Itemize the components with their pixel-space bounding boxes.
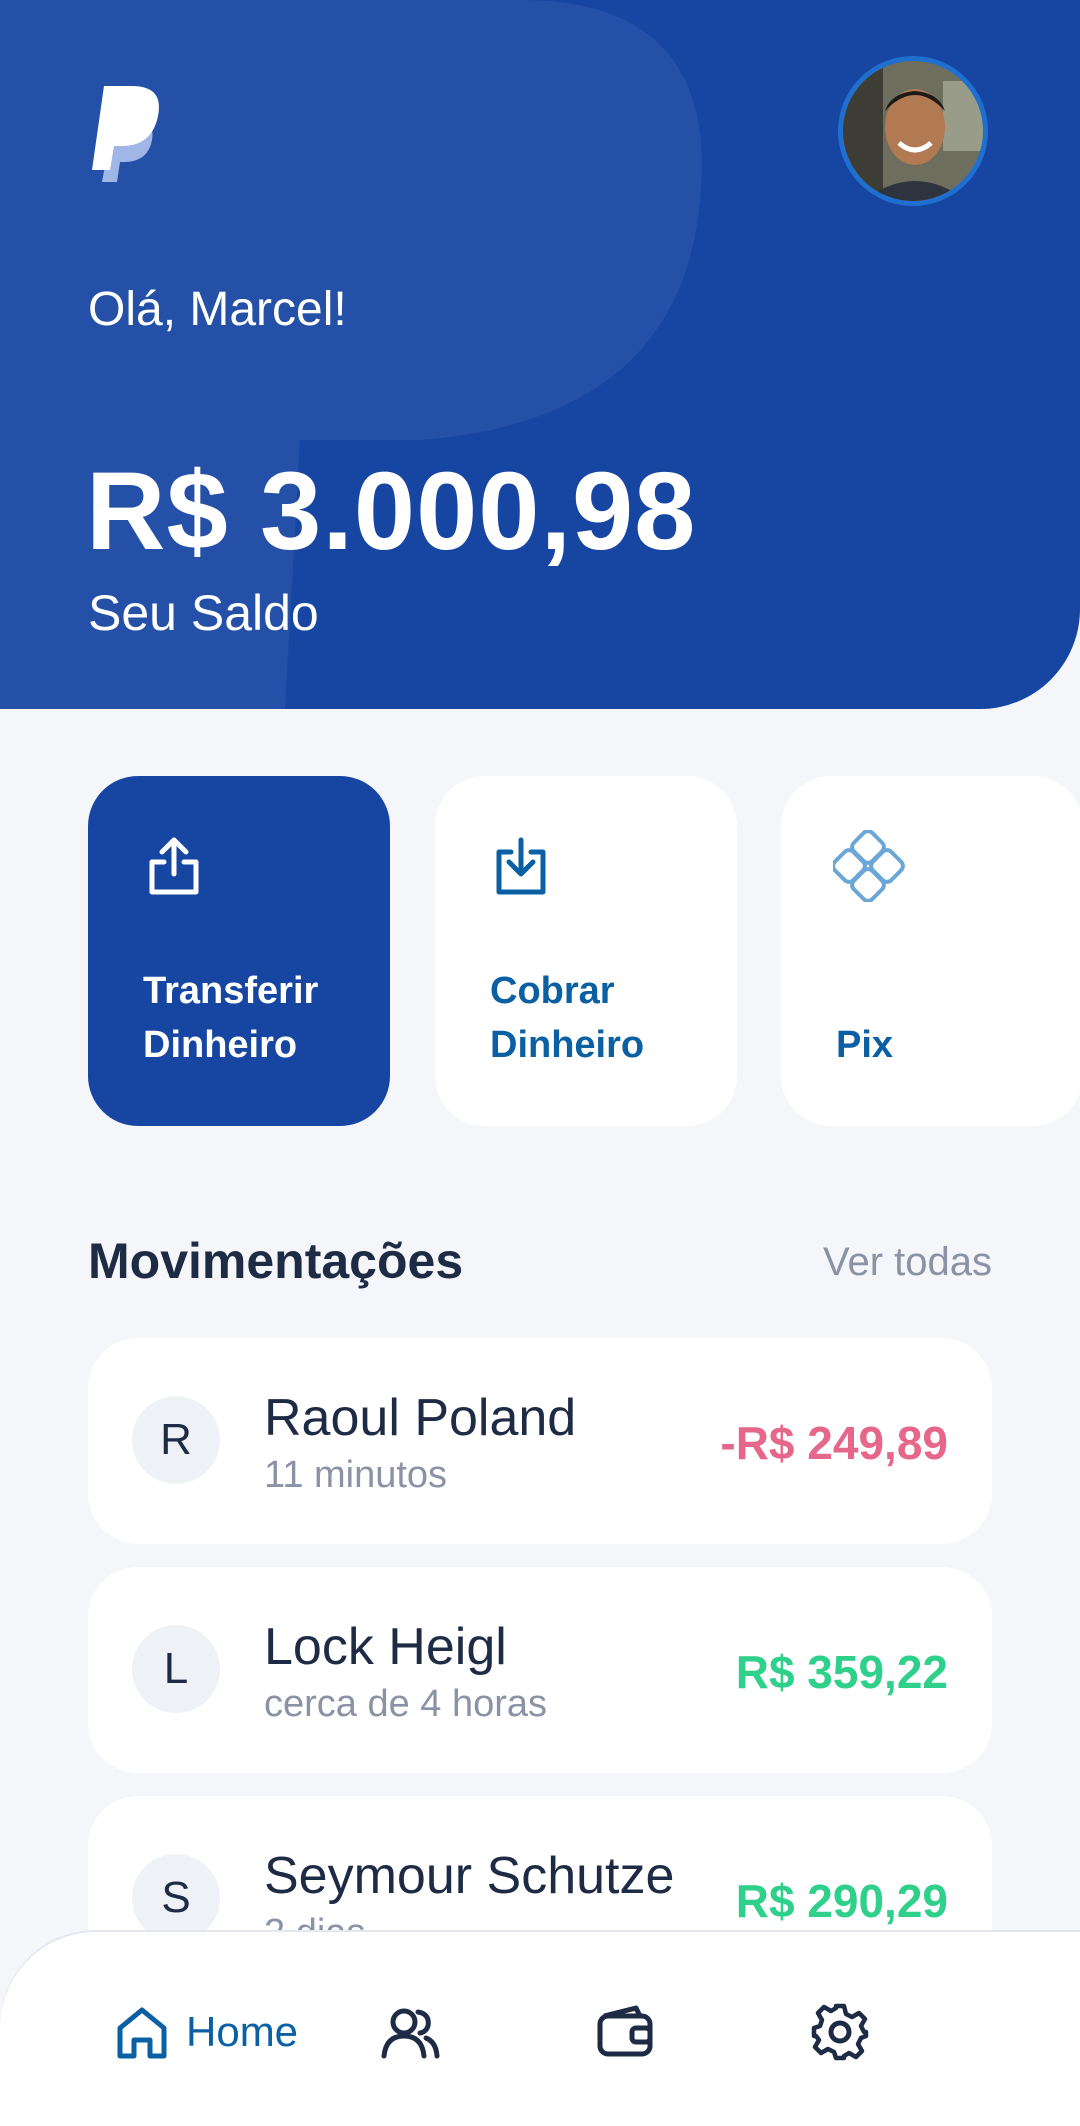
pix-label: Pix [836, 1024, 894, 1066]
balance-label: Seu Saldo [88, 585, 319, 641]
greeting-text: Olá, Marcel! [88, 283, 347, 336]
transaction-time: 11 minutos [264, 1454, 448, 1496]
contact-name: Seymour Schutze [264, 1847, 675, 1905]
download-tray-icon [496, 837, 546, 895]
balance-amount: R$ 3.000,98 [86, 450, 697, 573]
nav-settings[interactable] [810, 2002, 870, 2066]
balance-header: Olá, Marcel! R$ 3.000,98 Seu Saldo [0, 0, 1080, 709]
request-money-button[interactable]: Cobrar Dinheiro [435, 776, 737, 1126]
transaction-amount: R$ 290,29 [735, 1875, 948, 1927]
settings-icon [811, 2003, 869, 2061]
home-icon [117, 2007, 167, 2059]
nav-contacts[interactable] [380, 2002, 440, 2066]
bottom-navigation: Home [0, 1932, 1080, 2126]
transactions-title: Movimentações [88, 1233, 464, 1289]
transfer-money-label: Transferir Dinheiro [143, 970, 319, 1066]
transaction-row[interactable]: R Raoul Poland 11 minutos -R$ 249,89 [88, 1338, 992, 1544]
contact-name: Raoul Poland [264, 1389, 577, 1447]
request-money-label: Cobrar Dinheiro [490, 970, 645, 1066]
contact-initial-avatar: R [132, 1396, 220, 1484]
paypal-logo-icon [92, 86, 159, 182]
transfer-money-button[interactable]: Transferir Dinheiro [88, 776, 390, 1126]
nav-home[interactable] [112, 2002, 172, 2066]
user-avatar[interactable] [838, 56, 988, 206]
users-icon [381, 2008, 440, 2059]
transaction-row[interactable]: L Lock Heigl cerca de 4 horas R$ 359,22 [88, 1567, 992, 1773]
transaction-time: cerca de 4 horas [264, 1683, 548, 1725]
nav-home-label[interactable]: Home [186, 2008, 298, 2056]
pix-icon [833, 830, 905, 902]
pix-button[interactable]: Pix [781, 776, 1080, 1126]
transaction-amount: R$ 359,22 [735, 1646, 948, 1698]
share-upload-icon [149, 837, 199, 895]
see-all-link[interactable]: Ver todas [823, 1240, 992, 1285]
contact-name: Lock Heigl [264, 1618, 507, 1676]
transaction-amount: -R$ 249,89 [720, 1417, 948, 1469]
nav-wallet[interactable] [596, 2002, 656, 2066]
contact-initial-avatar: S [132, 1854, 220, 1942]
wallet-icon [597, 2005, 653, 2057]
contact-initial-avatar: L [132, 1625, 220, 1713]
